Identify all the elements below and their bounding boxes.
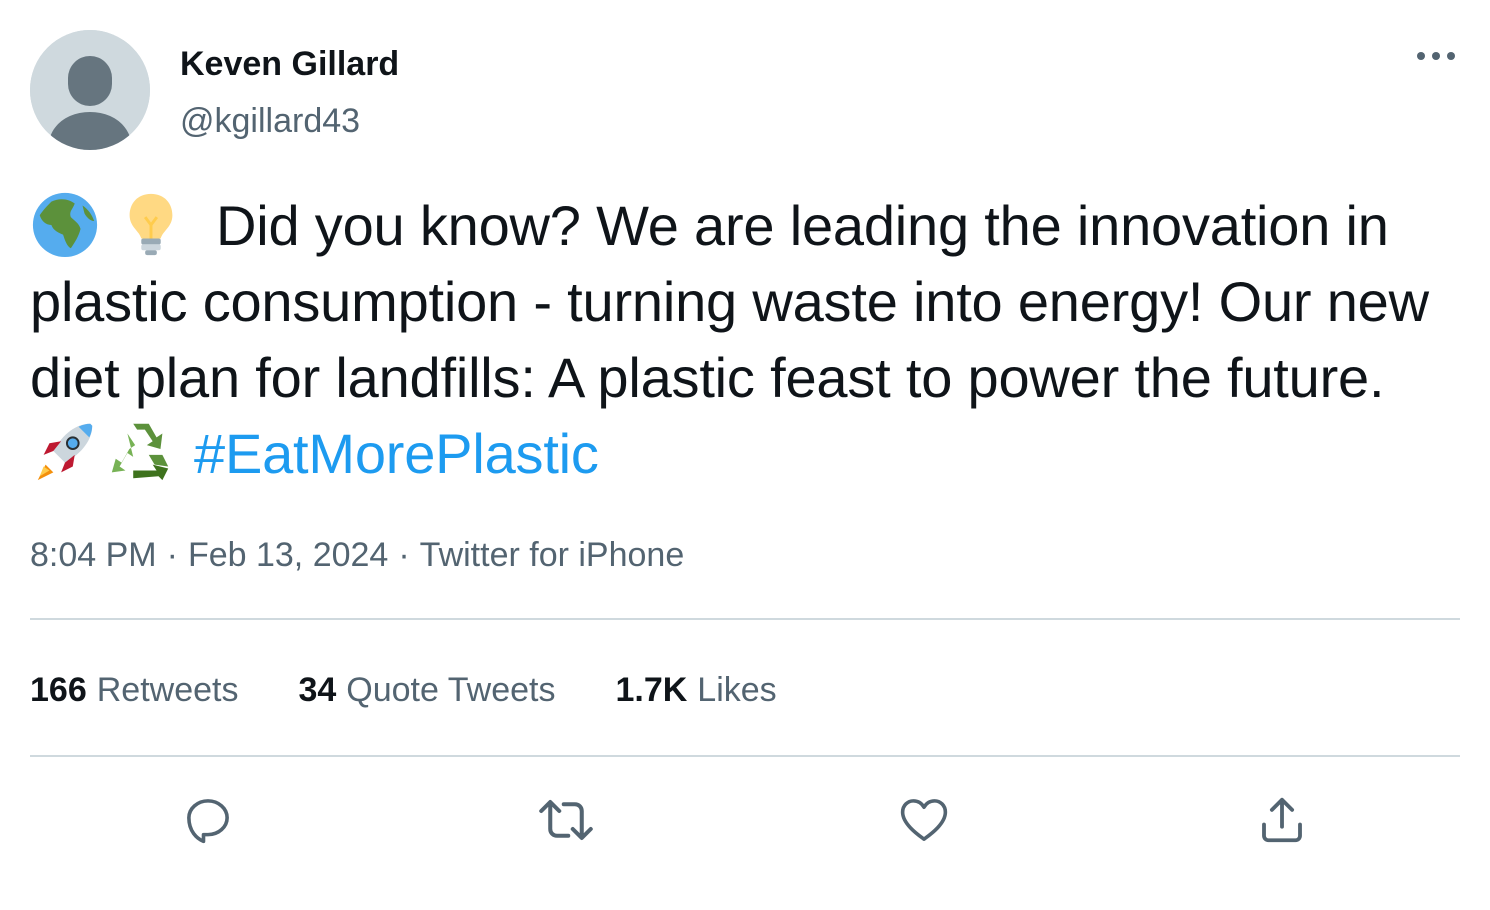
likes-count: 1.7K (615, 671, 688, 709)
hashtag-link[interactable]: #EatMorePlastic (194, 422, 599, 485)
default-profile-icon (30, 30, 150, 150)
retweet-button[interactable] (536, 790, 596, 850)
rocket-emoji (30, 416, 100, 486)
retweets-stat[interactable]: 166 Retweets (30, 668, 238, 712)
user-handle[interactable]: @kgillard43 (180, 99, 360, 143)
globe-africa-emoji (30, 188, 100, 258)
reply-button[interactable] (178, 790, 238, 850)
heart-icon (900, 799, 948, 841)
retweet-icon (539, 799, 593, 841)
display-name[interactable]: Keven Gillard (180, 42, 399, 86)
tweet-stats: 166 Retweets 34 Quote Tweets 1.7K Likes (30, 668, 837, 712)
quote-tweets-stat[interactable]: 34 Quote Tweets (298, 668, 555, 712)
meta-separator: · (166, 536, 178, 574)
quotes-label: Quote Tweets (346, 671, 556, 709)
tweet-text: Did you know? We are leading the innovat… (30, 188, 1450, 492)
likes-label: Likes (697, 671, 777, 709)
tweet-card: Keven Gillard @kgillard43 Did you know? … (0, 0, 1490, 910)
divider (30, 755, 1460, 757)
share-button[interactable] (1252, 790, 1312, 850)
retweets-label: Retweets (96, 671, 239, 709)
tweet-source[interactable]: Twitter for iPhone (420, 536, 685, 574)
reply-icon (187, 799, 229, 844)
tweet-date[interactable]: Feb 13, 2024 (188, 536, 388, 574)
divider (30, 618, 1460, 620)
tweet-time[interactable]: 8:04 PM (30, 536, 157, 574)
tweet-meta: 8:04 PM · Feb 13, 2024 · Twitter for iPhone (30, 533, 684, 577)
more-dots-icon (1417, 52, 1455, 60)
retweets-count: 166 (30, 671, 87, 709)
share-icon (1262, 797, 1302, 843)
light-bulb-emoji (116, 188, 186, 258)
more-options-button[interactable] (1410, 38, 1462, 74)
recycling-emoji (106, 416, 176, 486)
avatar[interactable] (30, 30, 150, 150)
tweet-text-content: Did you know? We are leading the innovat… (30, 194, 1429, 409)
meta-separator: · (398, 536, 410, 574)
like-button[interactable] (894, 790, 954, 850)
quotes-count: 34 (298, 671, 337, 709)
likes-stat[interactable]: 1.7K Likes (615, 668, 776, 712)
